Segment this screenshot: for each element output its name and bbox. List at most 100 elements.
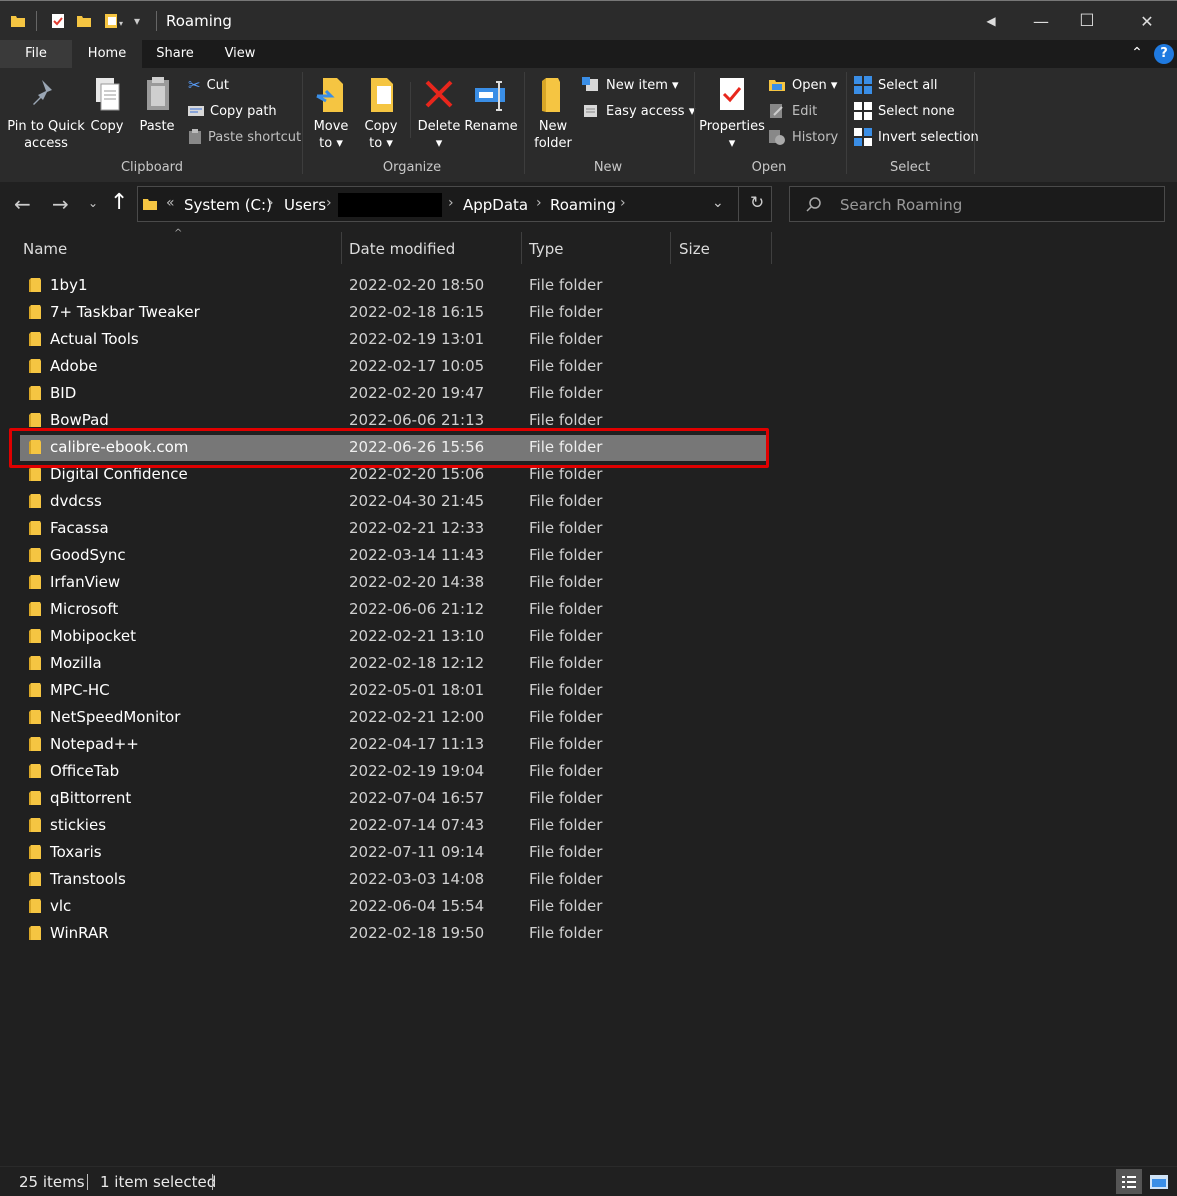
crumb-chevron-icon[interactable]: › xyxy=(268,195,274,211)
file-type: File folder xyxy=(529,654,603,672)
file-name: Toxaris xyxy=(50,843,102,861)
crumb-system-c[interactable]: System (C:) xyxy=(184,196,272,214)
folder-icon xyxy=(29,791,41,805)
tab-share[interactable]: Share xyxy=(146,40,204,68)
table-row[interactable]: WinRAR 2022-02-18 19:50 File folder xyxy=(20,921,766,947)
undo-quick-icon[interactable]: ▾ xyxy=(104,11,126,31)
maximize-button[interactable]: ☐ xyxy=(1064,1,1110,41)
table-row[interactable]: MPC-HC 2022-05-01 18:01 File folder xyxy=(20,678,766,704)
forward-arrow-icon[interactable]: → xyxy=(52,192,69,216)
cut-button[interactable]: ✂ Cut xyxy=(188,74,229,96)
table-row[interactable]: Notepad++ 2022-04-17 11:13 File folder xyxy=(20,732,766,758)
copy-path-button[interactable]: Copy path xyxy=(188,100,277,122)
select-none-button[interactable]: Select none xyxy=(854,100,955,122)
select-all-button[interactable]: Select all xyxy=(854,74,937,96)
easy-access-icon xyxy=(584,105,597,117)
easy-access-button[interactable]: Easy access ▾ xyxy=(582,100,695,122)
tab-home[interactable]: Home xyxy=(72,40,142,68)
overflow-chevron[interactable]: « xyxy=(166,195,175,211)
table-row[interactable]: qBittorrent 2022-07-04 16:57 File folder xyxy=(20,786,766,812)
edit-button[interactable]: Edit xyxy=(768,100,817,122)
file-name: Microsoft xyxy=(50,600,119,618)
crumb-roaming[interactable]: Roaming xyxy=(550,196,616,214)
crumb-appdata[interactable]: AppData xyxy=(463,196,528,214)
table-row[interactable]: BID 2022-02-20 19:47 File folder xyxy=(20,381,766,407)
column-header-type[interactable]: Type xyxy=(529,240,563,258)
back-arrow-icon[interactable]: ← xyxy=(14,192,31,216)
table-row[interactable]: stickies 2022-07-14 07:43 File folder xyxy=(20,813,766,839)
collapse-ribbon-icon[interactable]: ⌃ xyxy=(1126,40,1148,68)
properties-quick-icon[interactable] xyxy=(49,11,67,31)
select-none-icon xyxy=(854,102,872,120)
file-type: File folder xyxy=(529,816,603,834)
crumb-chevron-icon[interactable]: › xyxy=(620,195,626,211)
delete-button[interactable]: Delete ▾ xyxy=(416,74,462,152)
history-button[interactable]: History xyxy=(768,126,838,148)
table-row[interactable]: Microsoft 2022-06-06 21:12 File folder xyxy=(20,597,766,623)
pin-to-quick-access-button[interactable]: Pin to Quick access xyxy=(6,74,86,152)
table-row[interactable]: Mobipocket 2022-02-21 13:10 File folder xyxy=(20,624,766,650)
column-divider[interactable] xyxy=(341,232,342,264)
crumb-chevron-icon[interactable]: › xyxy=(326,195,332,211)
ribbon-back-icon[interactable]: ◀ xyxy=(968,1,1014,41)
file-date: 2022-06-06 21:13 xyxy=(349,411,485,429)
table-row[interactable]: 7+ Taskbar Tweaker 2022-02-18 16:15 File f… xyxy=(20,300,766,326)
paste-button[interactable]: Paste xyxy=(136,74,178,135)
column-header-date[interactable]: Date modified xyxy=(349,240,455,258)
table-row[interactable]: Adobe 2022-02-17 10:05 File folder xyxy=(20,354,766,380)
table-row[interactable]: Toxaris 2022-07-11 09:14 File folder xyxy=(20,840,766,866)
table-row[interactable]: IrfanView 2022-02-20 14:38 File folder xyxy=(20,570,766,596)
crumb-chevron-icon[interactable]: › xyxy=(448,195,454,211)
large-icons-view-button[interactable] xyxy=(1146,1169,1172,1194)
close-button[interactable]: ✕ xyxy=(1124,1,1170,41)
address-bar[interactable]: « System (C:) › Users › › AppData › Roam… xyxy=(137,186,772,222)
status-bar: 25 items 1 item selected xyxy=(0,1166,1177,1196)
help-icon[interactable]: ? xyxy=(1154,44,1174,64)
tab-file[interactable]: File xyxy=(0,40,72,68)
up-arrow-icon[interactable]: ↑ xyxy=(110,190,128,215)
minimize-button[interactable]: — xyxy=(1018,1,1064,41)
new-item-button[interactable]: New item ▾ xyxy=(582,74,679,96)
table-row[interactable]: dvdcss 2022-04-30 21:45 File folder xyxy=(20,489,766,515)
customize-qat-icon[interactable]: ▾ xyxy=(134,11,140,31)
new-folder-button[interactable]: New folder xyxy=(530,74,576,152)
rename-button[interactable]: Rename xyxy=(464,74,518,135)
table-row[interactable]: OfficeTab 2022-02-19 19:04 File folder xyxy=(20,759,766,785)
move-to-button[interactable]: Move to ▾ xyxy=(308,74,354,152)
paste-shortcut-button[interactable]: Paste shortcut xyxy=(188,126,301,148)
address-dropdown-icon[interactable]: ⌄ xyxy=(712,195,724,211)
svg-text:▾: ▾ xyxy=(119,19,123,28)
invert-selection-button[interactable]: Invert selection xyxy=(854,126,979,148)
column-header-size[interactable]: Size xyxy=(679,240,710,258)
table-row[interactable]: Facassa 2022-02-21 12:33 File folder xyxy=(20,516,766,542)
table-row[interactable]: Actual Tools 2022-02-19 13:01 File folder xyxy=(20,327,766,353)
tab-view[interactable]: View xyxy=(210,40,270,68)
highlight-box xyxy=(9,428,769,468)
column-divider[interactable] xyxy=(521,232,522,264)
column-divider[interactable] xyxy=(670,232,671,264)
copy-button[interactable]: Copy xyxy=(86,74,128,135)
refresh-icon[interactable]: ↻ xyxy=(750,193,764,213)
table-row[interactable]: 1by1 2022-02-20 18:50 File folder xyxy=(20,273,766,299)
copy-to-button[interactable]: Copy to ▾ xyxy=(358,74,404,152)
search-box[interactable]: Search Roaming xyxy=(789,186,1165,222)
redacted-username[interactable] xyxy=(338,193,442,217)
column-divider[interactable] xyxy=(771,232,772,264)
crumb-users[interactable]: Users xyxy=(284,196,326,214)
file-name: dvdcss xyxy=(50,492,102,510)
copy-to-label-2: to ▾ xyxy=(369,136,393,151)
column-header-name[interactable]: Name xyxy=(23,240,67,258)
organize-group-label: Organize xyxy=(382,160,442,175)
table-row[interactable]: Mozilla 2022-02-18 12:12 File folder xyxy=(20,651,766,677)
recent-locations-chevron-icon[interactable]: ⌄ xyxy=(88,196,98,210)
table-row[interactable]: vlc 2022-06-04 15:54 File folder xyxy=(20,894,766,920)
table-row[interactable]: GoodSync 2022-03-14 11:43 File folder xyxy=(20,543,766,569)
folder-icon xyxy=(29,737,41,751)
open-button[interactable]: Open ▾ xyxy=(768,74,837,96)
properties-button[interactable]: Properties ▾ xyxy=(698,74,766,152)
new-folder-quick-icon[interactable] xyxy=(76,11,92,31)
crumb-chevron-icon[interactable]: › xyxy=(536,195,542,211)
details-view-button[interactable] xyxy=(1116,1169,1142,1194)
table-row[interactable]: NetSpeedMonitor 2022-02-21 12:00 File fold… xyxy=(20,705,766,731)
table-row[interactable]: Transtools 2022-03-03 14:08 File folder xyxy=(20,867,766,893)
